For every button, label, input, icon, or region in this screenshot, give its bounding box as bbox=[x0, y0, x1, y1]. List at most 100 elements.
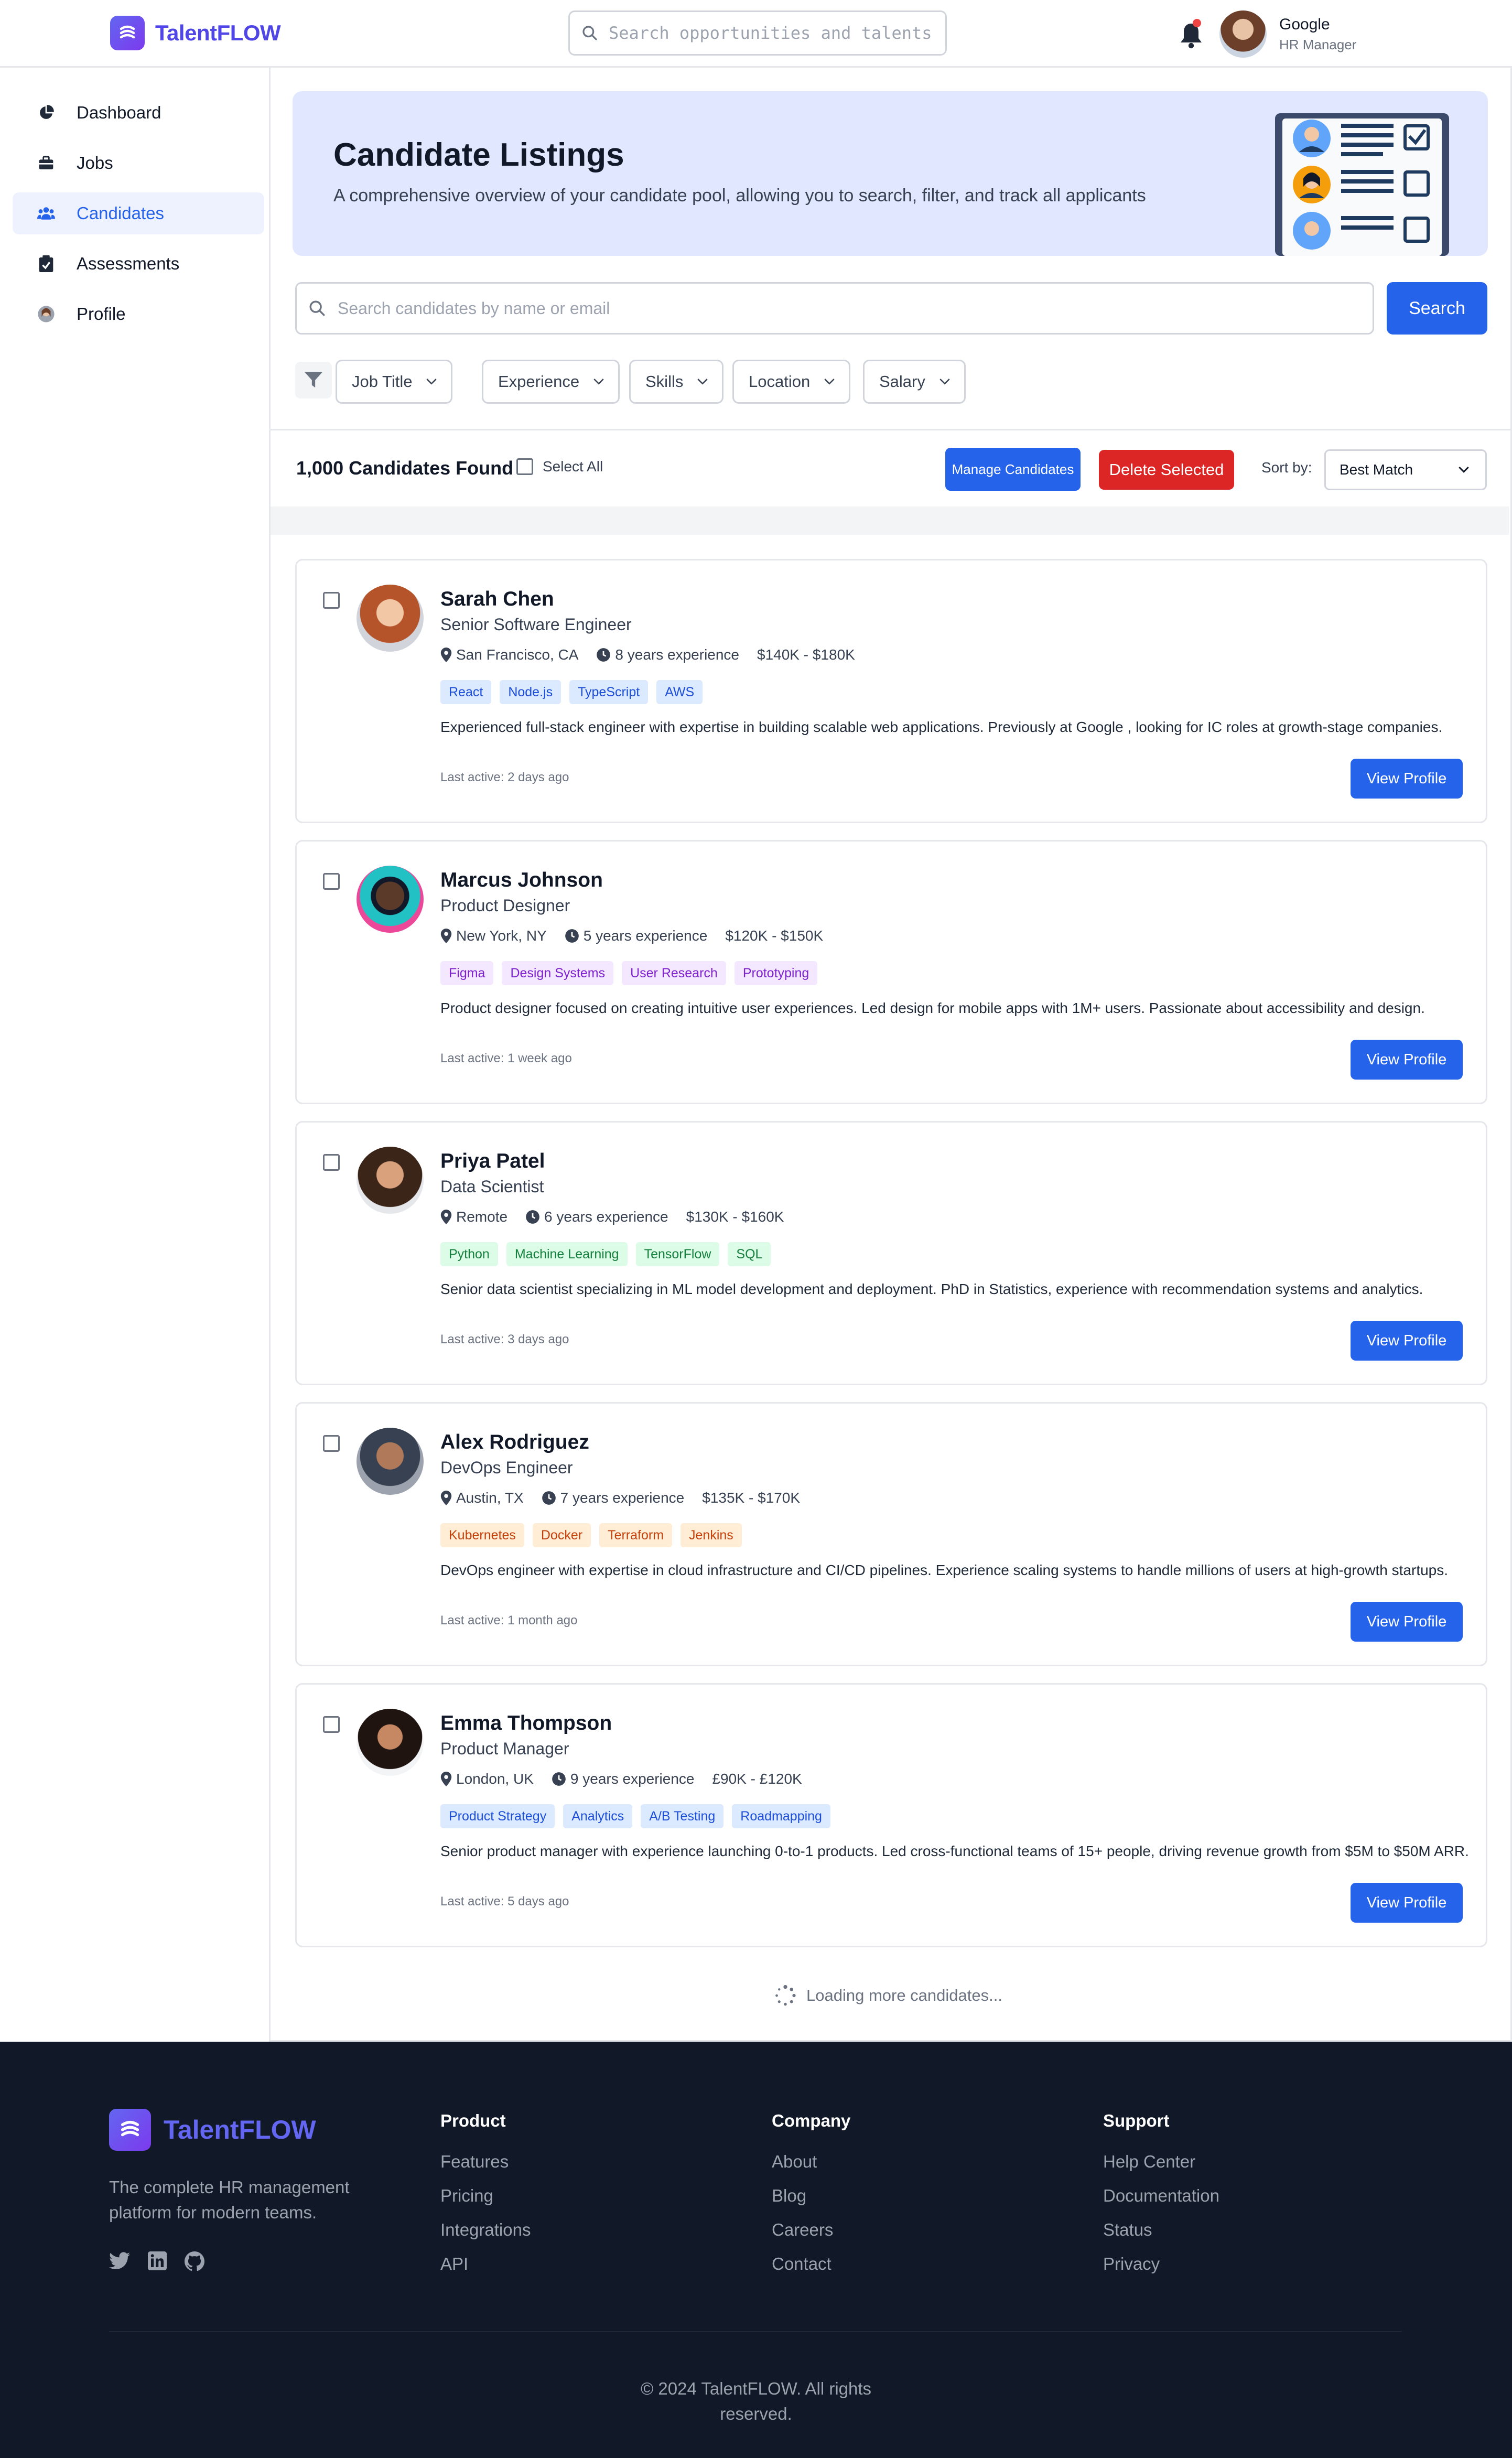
skill-tag: TensorFlow bbox=[635, 1242, 720, 1266]
top-header: TalentFLOW Search opportunities and tale… bbox=[0, 0, 1512, 68]
chevron-down-icon bbox=[593, 379, 604, 385]
github-icon[interactable] bbox=[185, 2251, 204, 2271]
candidate-card: Marcus Johnson Product Designer New York… bbox=[295, 840, 1487, 1104]
page-subtitle: A comprehensive overview of your candida… bbox=[333, 186, 1146, 206]
sidebar-item-profile[interactable]: Profile bbox=[13, 293, 264, 335]
footer-link[interactable]: Features bbox=[440, 2152, 531, 2172]
candidate-experience: 6 years experience bbox=[544, 1209, 668, 1225]
skill-tag: Docker bbox=[532, 1523, 591, 1547]
social-links bbox=[109, 2251, 204, 2271]
footer-column-title: Product bbox=[440, 2111, 506, 2130]
user-avatar[interactable] bbox=[1219, 10, 1267, 58]
search-button[interactable]: Search bbox=[1387, 282, 1487, 335]
candidate-meta: Austin, TX 7 years experience $135K - $1… bbox=[440, 1490, 800, 1506]
footer-logo[interactable]: TalentFLOW bbox=[109, 2109, 316, 2151]
list-header-band bbox=[271, 506, 1509, 535]
skill-tag: TypeScript bbox=[569, 680, 649, 704]
divider bbox=[271, 429, 1512, 430]
skill-tag: Terraform bbox=[599, 1523, 673, 1547]
delete-selected-button[interactable]: Delete Selected bbox=[1099, 450, 1234, 490]
view-profile-button[interactable]: View Profile bbox=[1351, 1602, 1463, 1642]
view-profile-button[interactable]: View Profile bbox=[1351, 1883, 1463, 1923]
page-title: Candidate Listings bbox=[333, 137, 624, 173]
skill-tag: Figma bbox=[440, 961, 494, 985]
avatar-icon bbox=[37, 305, 56, 324]
filter-icon[interactable] bbox=[295, 362, 332, 398]
loading-indicator: Loading more candidates... bbox=[774, 1984, 1002, 2007]
footer-link[interactable]: Careers bbox=[772, 2220, 850, 2240]
brand-logo[interactable]: TalentFLOW bbox=[110, 16, 281, 50]
candidate-search-input[interactable]: Search candidates by name or email bbox=[295, 282, 1374, 335]
view-profile-button[interactable]: View Profile bbox=[1351, 1040, 1463, 1080]
candidate-location: London, UK bbox=[456, 1771, 534, 1787]
candidate-checkbox[interactable] bbox=[323, 1716, 340, 1733]
candidate-salary: $130K - $160K bbox=[686, 1209, 784, 1225]
manage-candidates-button[interactable]: Manage Candidates bbox=[945, 448, 1081, 491]
candidate-salary: $140K - $180K bbox=[757, 646, 855, 663]
filter-skills[interactable]: Skills bbox=[629, 360, 724, 404]
candidate-location: San Francisco, CA bbox=[456, 646, 579, 663]
search-icon bbox=[309, 300, 325, 316]
sidebar-item-candidates[interactable]: Candidates bbox=[13, 192, 264, 234]
brand-name: TalentFLOW bbox=[155, 20, 281, 45]
chevron-down-icon bbox=[939, 379, 950, 385]
skill-tag: Jenkins bbox=[681, 1523, 742, 1547]
filter-experience[interactable]: Experience bbox=[482, 360, 620, 404]
search-icon bbox=[582, 26, 597, 40]
clock-icon bbox=[552, 1772, 566, 1786]
candidate-avatar bbox=[357, 1428, 424, 1495]
skill-tag: A/B Testing bbox=[641, 1804, 724, 1828]
select-all-checkbox[interactable]: Select All bbox=[516, 458, 603, 475]
candidate-checkbox[interactable] bbox=[323, 873, 340, 890]
linkedin-icon[interactable] bbox=[148, 2251, 167, 2270]
candidate-checkbox[interactable] bbox=[323, 592, 340, 609]
skill-tag: SQL bbox=[728, 1242, 771, 1266]
global-search-input[interactable]: Search opportunities and talents bbox=[568, 10, 947, 56]
sidebar-item-label: Assessments bbox=[77, 254, 180, 273]
twitter-icon[interactable] bbox=[109, 2251, 130, 2270]
view-profile-button[interactable]: View Profile bbox=[1351, 1321, 1463, 1361]
sort-label: Sort by: bbox=[1261, 459, 1312, 476]
candidate-description: DevOps engineer with expertise in cloud … bbox=[440, 1562, 1449, 1578]
footer-link[interactable]: Documentation bbox=[1103, 2186, 1219, 2206]
filter-location[interactable]: Location bbox=[732, 360, 851, 404]
chevron-down-icon bbox=[1459, 466, 1469, 473]
view-profile-button[interactable]: View Profile bbox=[1351, 759, 1463, 799]
candidate-checkbox[interactable] bbox=[323, 1154, 340, 1171]
skill-tag: Analytics bbox=[563, 1804, 633, 1828]
footer-link[interactable]: Help Center bbox=[1103, 2152, 1219, 2172]
candidate-salary: $120K - $150K bbox=[725, 928, 824, 944]
candidate-avatar bbox=[357, 1709, 424, 1776]
filter-label: Location bbox=[749, 372, 811, 391]
candidate-card: Sarah Chen Senior Software Engineer San … bbox=[295, 559, 1487, 823]
filter-salary[interactable]: Salary bbox=[863, 360, 966, 404]
candidate-experience: 8 years experience bbox=[615, 646, 739, 663]
footer-link[interactable]: About bbox=[772, 2152, 850, 2172]
pie-chart-icon bbox=[37, 103, 56, 122]
footer-link[interactable]: Pricing bbox=[440, 2186, 531, 2206]
footer-column-company: Company About Blog Careers Contact bbox=[772, 2111, 850, 2288]
footer-link[interactable]: Status bbox=[1103, 2220, 1219, 2240]
page-banner: Candidate Listings A comprehensive overv… bbox=[293, 91, 1488, 256]
location-pin-icon bbox=[440, 1210, 452, 1224]
user-name: Google bbox=[1279, 16, 1330, 33]
candidate-role: Senior Software Engineer bbox=[440, 615, 632, 634]
footer-link[interactable]: API bbox=[440, 2254, 531, 2274]
footer-link[interactable]: Contact bbox=[772, 2254, 850, 2274]
checkbox[interactable] bbox=[516, 458, 533, 475]
sidebar-item-dashboard[interactable]: Dashboard bbox=[13, 92, 264, 134]
candidate-checkbox[interactable] bbox=[323, 1435, 340, 1452]
sidebar-item-jobs[interactable]: Jobs bbox=[13, 142, 264, 184]
candidate-search-placeholder: Search candidates by name or email bbox=[338, 298, 610, 318]
sort-select[interactable]: Best Match bbox=[1324, 449, 1487, 490]
skill-tag: Product Strategy bbox=[440, 1804, 555, 1828]
sidebar-item-assessments[interactable]: Assessments bbox=[13, 243, 264, 285]
candidate-location: Remote bbox=[456, 1209, 508, 1225]
filter-job-title[interactable]: Job Title bbox=[336, 360, 453, 404]
footer-link[interactable]: Integrations bbox=[440, 2220, 531, 2240]
skill-tags: Product Strategy Analytics A/B Testing Road… bbox=[440, 1804, 830, 1828]
candidate-name: Emma Thompson bbox=[440, 1712, 612, 1734]
footer-link[interactable]: Privacy bbox=[1103, 2254, 1219, 2274]
footer-column-product: Product Features Pricing Integrations AP… bbox=[440, 2111, 531, 2288]
footer-link[interactable]: Blog bbox=[772, 2186, 850, 2206]
